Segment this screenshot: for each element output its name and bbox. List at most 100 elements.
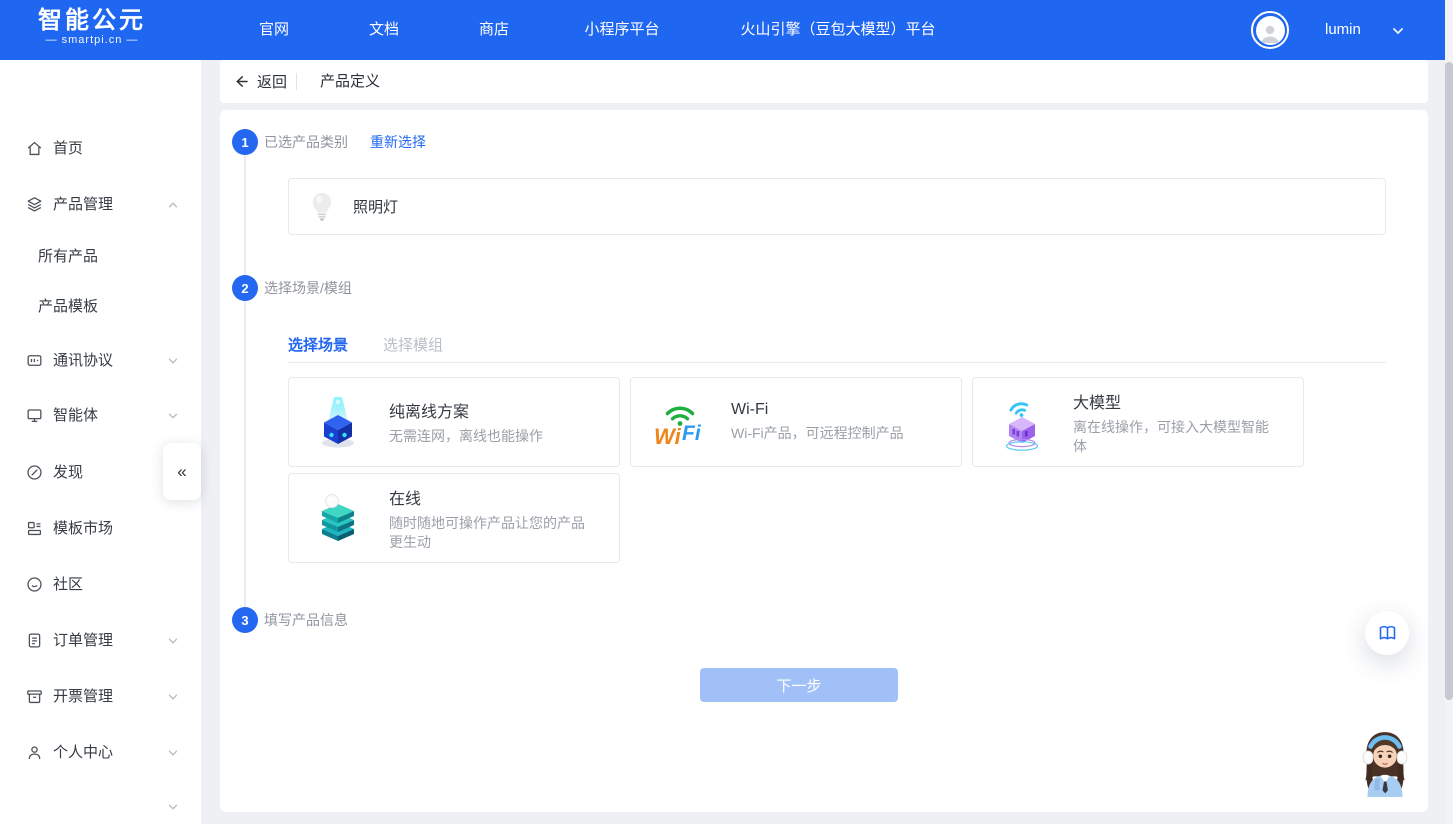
home-icon <box>25 139 44 158</box>
scenario-card-llm[interactable]: 大模型 离在线操作，可接入大模型智能体 <box>972 377 1304 467</box>
sidebar-item-extra[interactable] <box>0 794 201 820</box>
step-1-label: 已选产品类别 <box>264 129 348 155</box>
support-agent-illustration <box>1354 729 1416 797</box>
user-menu-chevron-down-icon[interactable] <box>1391 24 1405 38</box>
back-label: 返回 <box>257 71 287 92</box>
sidebar-item-personal-center[interactable]: 个人中心 <box>0 740 201 766</box>
support-agent-avatar[interactable] <box>1354 729 1416 797</box>
brand-logo[interactable]: 智能公元 — smartpi.cn — <box>38 8 146 46</box>
chevron-down-icon <box>167 691 179 703</box>
scenario-card-text: Wi-Fi Wi-Fi产品，可远程控制产品 <box>731 401 936 443</box>
sidebar-item-product-management[interactable]: 产品管理 <box>0 192 201 218</box>
arrow-left-icon <box>233 73 250 90</box>
sidebar-item-product-templates[interactable]: 产品模板 <box>0 294 201 320</box>
step-3-badge: 3 <box>232 607 258 633</box>
svg-text:Fi: Fi <box>682 422 702 445</box>
tab-divider <box>288 362 1386 363</box>
sidebar-item-label: 产品管理 <box>53 192 113 218</box>
sidebar-item-label: 订单管理 <box>53 628 113 654</box>
scenario-card-wifi[interactable]: Wi Fi Wi-Fi Wi-Fi产品，可远程控制产品 <box>630 377 962 467</box>
collapse-chevrons-icon: « <box>177 462 186 482</box>
scenario-card-description: 无需连网，离线也能操作 <box>389 427 594 446</box>
sidebar-item-label: 社区 <box>53 572 83 598</box>
sidebar-item-label: 发现 <box>53 460 83 486</box>
chevron-down-icon <box>167 747 179 759</box>
page-scrollbar-thumb[interactable] <box>1445 62 1453 700</box>
sidebar-item-label: 通讯协议 <box>53 348 113 374</box>
scenario-card-text: 纯离线方案 无需连网，离线也能操作 <box>389 398 594 446</box>
scenario-card-title: 在线 <box>389 485 594 509</box>
monitor-icon <box>25 406 44 425</box>
tab-select-module[interactable]: 选择模组 <box>383 334 443 355</box>
online-stack-icon <box>309 489 367 547</box>
breadcrumb: 返回 产品定义 <box>220 60 1428 103</box>
sidebar-item-template-market[interactable]: 模板市场 <box>0 516 201 542</box>
document-icon <box>25 631 44 650</box>
person-silhouette-icon <box>1258 21 1282 45</box>
product-definition-panel: 1 已选产品类别 重新选择 照明灯 2 选择场景/模组 选择场景 选择模组 <box>220 110 1428 812</box>
brand-title: 智能公元 <box>38 8 146 34</box>
scenario-card-description: 随时随地可操作产品让您的产品更生动 <box>389 514 594 552</box>
step-1-badge: 1 <box>232 129 258 155</box>
nav-item-volcano-engine-platform[interactable]: 火山引擎（豆包大模型）平台 <box>740 0 935 60</box>
user-avatar-disc <box>1256 16 1285 45</box>
svg-text:Wi: Wi <box>654 424 682 449</box>
sidebar-collapse-button[interactable]: « <box>163 443 201 500</box>
book-icon <box>1377 623 1398 644</box>
scenario-card-text: 大模型 离在线操作，可接入大模型智能体 <box>1073 389 1278 456</box>
user-avatar-icon[interactable] <box>1251 11 1289 49</box>
sidebar-item-home[interactable]: 首页 <box>0 136 201 162</box>
scenario-card-title: 纯离线方案 <box>389 398 594 422</box>
sidebar-item-label: 开票管理 <box>53 684 113 710</box>
sidebar-item-all-products[interactable]: 所有产品 <box>0 244 201 270</box>
nav-item-official-site[interactable]: 官网 <box>259 0 289 60</box>
smiley-icon <box>25 575 44 594</box>
page-title: 产品定义 <box>320 60 380 103</box>
scenario-card-offline[interactable]: 纯离线方案 无需连网，离线也能操作 <box>288 377 620 467</box>
scenario-card-online[interactable]: 在线 随时随地可操作产品让您的产品更生动 <box>288 473 620 563</box>
archive-icon <box>25 687 44 706</box>
nav-item-docs[interactable]: 文档 <box>369 0 399 60</box>
step-connector-line <box>244 155 246 607</box>
sidebar-item-invoice-management[interactable]: 开票管理 <box>0 684 201 710</box>
chip-card-icon <box>25 351 44 370</box>
top-header: 智能公元 — smartpi.cn — 官网 文档 商店 小程序平台 火山引擎（… <box>0 0 1453 60</box>
lightbulb-icon <box>309 191 335 222</box>
step-2-label: 选择场景/模组 <box>264 275 352 301</box>
sidebar-item-label: 智能体 <box>53 403 98 429</box>
brand-subtitle: — smartpi.cn — <box>38 34 146 46</box>
selected-category-name: 照明灯 <box>353 196 398 217</box>
sidebar-nav: 首页 产品管理 所有产品 产品模板 通讯协议 智能体 <box>0 60 201 824</box>
step-2-badge: 2 <box>232 275 258 301</box>
nav-item-miniprogram-platform[interactable]: 小程序平台 <box>584 0 659 60</box>
sidebar-item-agents[interactable]: 智能体 <box>0 403 201 429</box>
scenario-card-text: 在线 随时随地可操作产品让您的产品更生动 <box>389 485 594 552</box>
step-3-label: 填写产品信息 <box>264 607 348 633</box>
back-button[interactable]: 返回 <box>233 60 287 103</box>
nav-item-store[interactable]: 商店 <box>479 0 509 60</box>
page-scrollbar-track <box>1445 0 1453 824</box>
scenario-card-description: Wi-Fi产品，可远程控制产品 <box>731 424 936 443</box>
tab-select-scenario[interactable]: 选择场景 <box>288 334 348 355</box>
username-label[interactable]: lumin <box>1325 0 1361 60</box>
next-step-button[interactable]: 下一步 <box>700 668 898 702</box>
sidebar-item-label: 个人中心 <box>53 740 113 766</box>
reselect-link[interactable]: 重新选择 <box>370 129 426 155</box>
sidebar-item-label: 首页 <box>53 136 83 162</box>
compass-icon <box>25 463 44 482</box>
sidebar-item-label: 产品模板 <box>38 294 98 320</box>
breadcrumb-divider <box>296 73 297 90</box>
help-docs-floating-button[interactable] <box>1365 611 1409 655</box>
scenario-card-grid: 纯离线方案 无需连网，离线也能操作 Wi Fi Wi-Fi Wi-Fi产品，可远… <box>288 377 1386 563</box>
scenario-card-description: 离在线操作，可接入大模型智能体 <box>1073 418 1278 456</box>
sidebar-item-community[interactable]: 社区 <box>0 572 201 598</box>
chevron-down-icon <box>167 635 179 647</box>
layout-icon <box>25 519 44 538</box>
sidebar-item-order-management[interactable]: 订单管理 <box>0 628 201 654</box>
sidebar-item-label: 模板市场 <box>53 516 113 542</box>
llm-cube-icon <box>993 393 1051 451</box>
scenario-card-title: Wi-Fi <box>731 401 936 419</box>
selected-category-card[interactable]: 照明灯 <box>288 178 1386 235</box>
sidebar-item-communication-protocol[interactable]: 通讯协议 <box>0 348 201 374</box>
chevron-down-icon <box>167 355 179 367</box>
